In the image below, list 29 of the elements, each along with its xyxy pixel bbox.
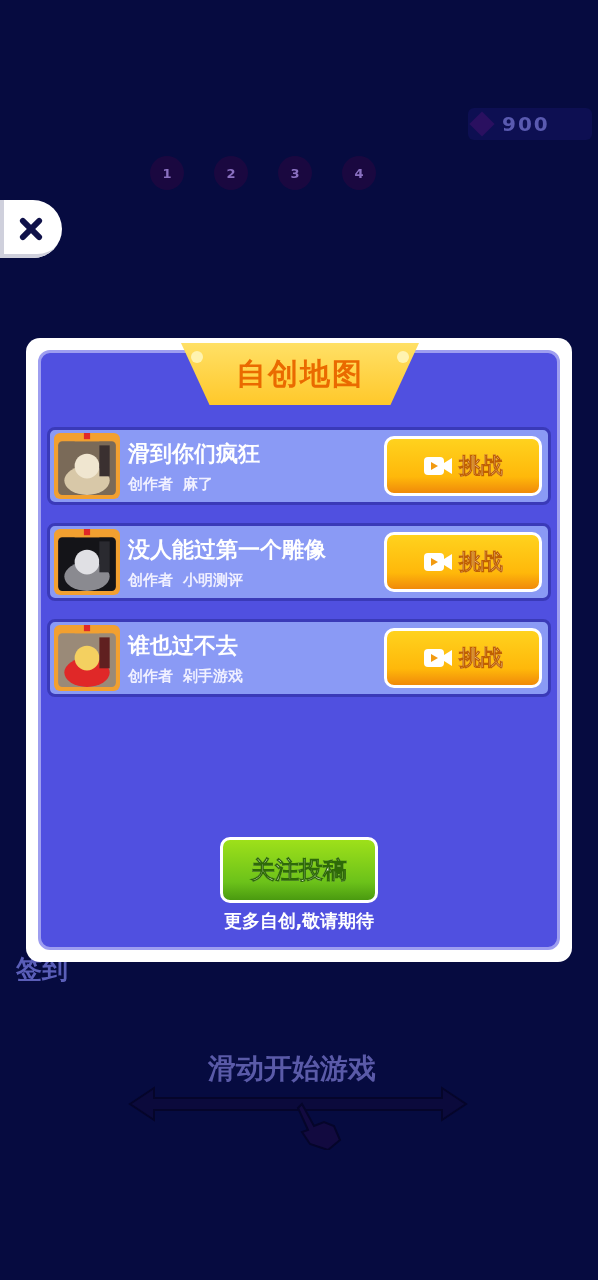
challenge-button[interactable]: 挑战 [384,628,542,688]
gem-count: 900 [502,112,550,136]
level-node: 1 [150,156,184,190]
level-node: 3 [278,156,312,190]
challenge-button[interactable]: 挑战 [384,436,542,496]
challenge-button[interactable]: 挑战 [384,532,542,592]
footer-note: 更多自创,敬请期待 [223,909,375,933]
follow-button[interactable]: 关注投稿 [220,837,378,903]
video-camera-icon [423,455,453,477]
rivet-icon [397,351,409,363]
video-camera-icon [423,647,453,669]
map-name: 滑到你们疯狂 [128,439,261,468]
creator-name: 麻了 [183,474,213,494]
video-camera-icon [423,551,453,573]
creator-label: 创作者 [128,666,173,686]
map-name: 没人能过第一个雕像 [128,535,327,564]
level-node: 2 [214,156,248,190]
level-node: 4 [342,156,376,190]
creator-name: 剁手游戏 [183,666,243,686]
creator-name: 小明测评 [183,570,243,590]
dialog-title: 自创地图 [236,354,364,393]
gem-icon [468,110,496,138]
creator-label: 创作者 [128,474,173,494]
close-button[interactable] [0,200,62,258]
swipe-hint: 滑动开始游戏 [208,1051,376,1087]
map-name: 谁也过不去 [128,631,239,660]
creator-label: 创作者 [128,570,173,590]
close-icon [17,215,45,243]
rivet-icon [191,351,203,363]
